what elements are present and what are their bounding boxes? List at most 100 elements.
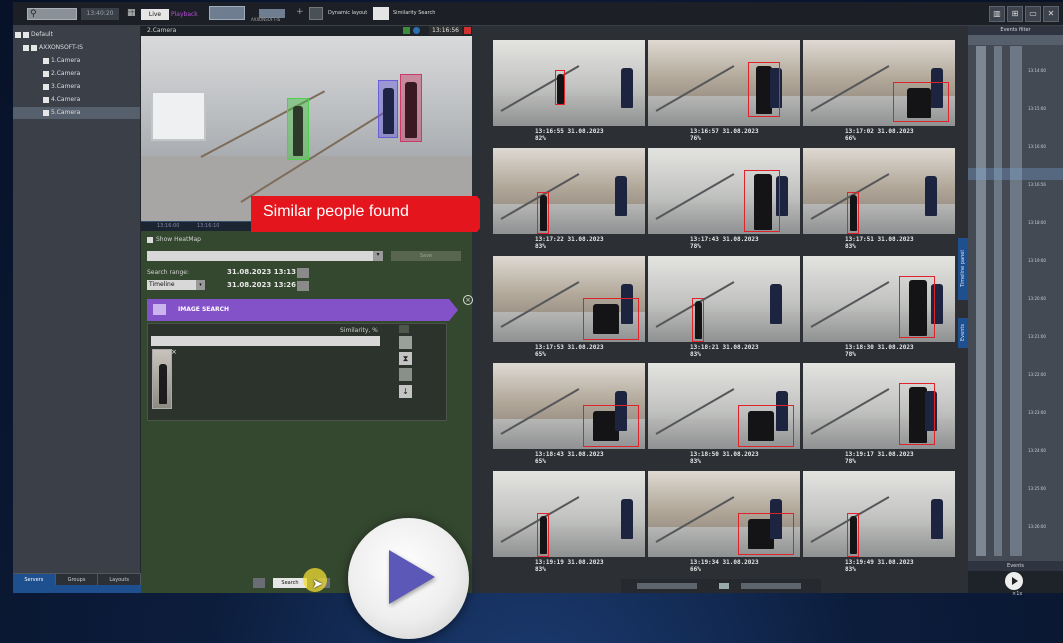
add-layout-button[interactable]: + — [296, 7, 304, 17]
result-thumbnail[interactable] — [648, 363, 800, 449]
result-thumbnail[interactable] — [493, 256, 645, 342]
layout-toggle-icon[interactable]: ▥ — [989, 6, 1005, 22]
tree-server[interactable]: AXXONSOFT-IS — [23, 42, 83, 54]
fullscreen-icon[interactable]: ⊞ — [1007, 6, 1023, 22]
range-from-picker[interactable] — [297, 268, 309, 278]
result-thumbnail[interactable] — [648, 256, 800, 342]
back-button[interactable] — [253, 578, 265, 588]
result-cell[interactable]: 13:17:43 31.08.2023 78% — [648, 148, 800, 255]
result-cell[interactable]: 13:17:53 31.08.2023 65% — [493, 256, 645, 363]
query-image[interactable] — [152, 349, 172, 409]
checkbox[interactable] — [43, 109, 49, 116]
result-thumbnail[interactable] — [493, 471, 645, 557]
result-thumbnail[interactable] — [803, 40, 955, 126]
timeline-scale-tabs[interactable] — [968, 35, 1063, 45]
chevron-down-icon[interactable]: ▾ — [196, 280, 205, 290]
settings-icon[interactable]: ✕ — [1043, 6, 1059, 22]
result-cell[interactable]: 13:19:49 31.08.2023 83% — [803, 471, 955, 578]
grid-icon[interactable]: ▦ — [127, 8, 136, 18]
dynamic-layout-icon[interactable] — [309, 7, 323, 20]
download-icon[interactable]: ↓ — [399, 385, 412, 398]
checkbox[interactable] — [15, 31, 21, 38]
speed-slider[interactable] — [741, 583, 801, 589]
search-preset-select[interactable]: ▾ — [147, 251, 383, 261]
timeline-track-2[interactable] — [994, 46, 1002, 556]
result-cell[interactable]: 13:17:02 31.08.2023 66% — [803, 40, 955, 147]
play-button[interactable] — [1005, 572, 1023, 590]
timeline-track-3[interactable] — [1010, 46, 1022, 556]
result-cell[interactable]: 13:16:57 31.08.2023 76% — [648, 40, 800, 147]
tab-servers[interactable]: Servers — [13, 574, 56, 585]
timeline-cursor[interactable] — [968, 168, 1063, 180]
result-thumbnail[interactable] — [493, 148, 645, 234]
window-icon[interactable]: ▭ — [1025, 6, 1041, 22]
result-thumbnail[interactable] — [648, 40, 800, 126]
checkbox[interactable] — [147, 236, 153, 243]
tab-layouts[interactable]: Layouts — [98, 574, 142, 585]
checkbox[interactable] — [43, 96, 49, 103]
speed-label[interactable]: ×1x — [1012, 591, 1022, 597]
events-filter-header[interactable]: Events filter — [968, 26, 1063, 35]
hourglass-icon[interactable]: ⧗ — [399, 352, 412, 365]
result-cell[interactable]: 13:17:22 31.08.2023 83% — [493, 148, 645, 255]
checkbox[interactable] — [43, 83, 49, 90]
range-to-picker[interactable] — [297, 281, 309, 291]
result-cell[interactable]: 13:17:51 31.08.2023 83% — [803, 148, 955, 255]
camera-video[interactable] — [141, 36, 472, 221]
result-thumbnail[interactable] — [803, 363, 955, 449]
search-button[interactable]: Search — [273, 578, 307, 588]
close-camera-icon[interactable] — [464, 27, 471, 34]
result-cell[interactable]: 13:18:21 31.08.2023 83% — [648, 256, 800, 363]
dynamic-layout-label[interactable]: Dynamic layout — [328, 10, 367, 16]
result-thumbnail[interactable] — [648, 148, 800, 234]
checkbox[interactable] — [43, 57, 49, 64]
save-button[interactable]: Save — [391, 251, 461, 261]
show-heatmap-checkbox[interactable]: Show HeatMap — [147, 236, 201, 243]
person-icon[interactable] — [399, 368, 412, 381]
result-thumbnail[interactable] — [803, 256, 955, 342]
tree-camera-4[interactable]: 4.Camera — [43, 94, 80, 106]
result-cell[interactable]: 13:18:50 31.08.2023 83% — [648, 363, 800, 470]
playback-button[interactable]: Playback — [171, 9, 198, 20]
checkbox[interactable] — [23, 31, 29, 38]
result-thumbnail[interactable] — [493, 40, 645, 126]
remove-image-icon[interactable]: × — [171, 348, 177, 356]
timeline-track-1[interactable] — [976, 46, 986, 556]
tab-events[interactable]: Events — [958, 318, 968, 348]
result-cell[interactable]: 13:18:30 31.08.2023 78% — [803, 256, 955, 363]
result-cell[interactable]: 13:18:43 31.08.2023 65% — [493, 363, 645, 470]
chevron-down-icon[interactable]: ▾ — [373, 251, 383, 261]
similarity-search-label[interactable]: Similarity Search — [393, 10, 435, 16]
result-cell[interactable]: 13:19:17 31.08.2023 78% — [803, 363, 955, 470]
zoom-slider[interactable] — [637, 583, 697, 589]
result-cell[interactable]: 13:19:19 31.08.2023 83% — [493, 471, 645, 578]
range-mode-select[interactable]: Timeline ▾ — [147, 280, 205, 290]
result-thumbnail[interactable] — [648, 471, 800, 557]
tree-camera-1[interactable]: 1.Camera — [43, 55, 80, 67]
layout-thumb-1[interactable] — [209, 6, 245, 20]
events-label[interactable]: Events — [968, 561, 1063, 571]
close-icon[interactable]: × — [463, 295, 473, 305]
tree-camera-3[interactable]: 3.Camera — [43, 81, 80, 93]
tab-timeline-panel[interactable]: Timeline panel — [958, 238, 968, 300]
checkbox[interactable] — [31, 44, 37, 51]
search-box[interactable]: ⚲ — [27, 8, 77, 20]
image-path-input[interactable] — [151, 336, 380, 346]
result-thumbnail[interactable] — [493, 363, 645, 449]
tree-root[interactable]: Default — [15, 29, 53, 41]
filter-icon[interactable] — [399, 336, 412, 349]
tree-camera-5[interactable]: 5.Camera — [13, 107, 140, 119]
tab-groups[interactable]: Groups — [56, 574, 99, 585]
similarity-search-icon[interactable] — [373, 7, 389, 20]
checkbox[interactable] — [23, 44, 29, 51]
similarity-input[interactable] — [399, 325, 409, 333]
result-thumbnail[interactable] — [803, 471, 955, 557]
result-cell[interactable]: 13:19:34 31.08.2023 66% — [648, 471, 800, 578]
zoom-button[interactable] — [719, 583, 729, 589]
tree-camera-2[interactable]: 2.Camera — [43, 68, 80, 80]
checkbox[interactable] — [43, 70, 49, 77]
video-play-button[interactable] — [348, 518, 469, 639]
range-to[interactable]: 31.08.2023 13:26 — [227, 281, 296, 289]
info-icon[interactable] — [413, 27, 420, 34]
result-thumbnail[interactable] — [803, 148, 955, 234]
